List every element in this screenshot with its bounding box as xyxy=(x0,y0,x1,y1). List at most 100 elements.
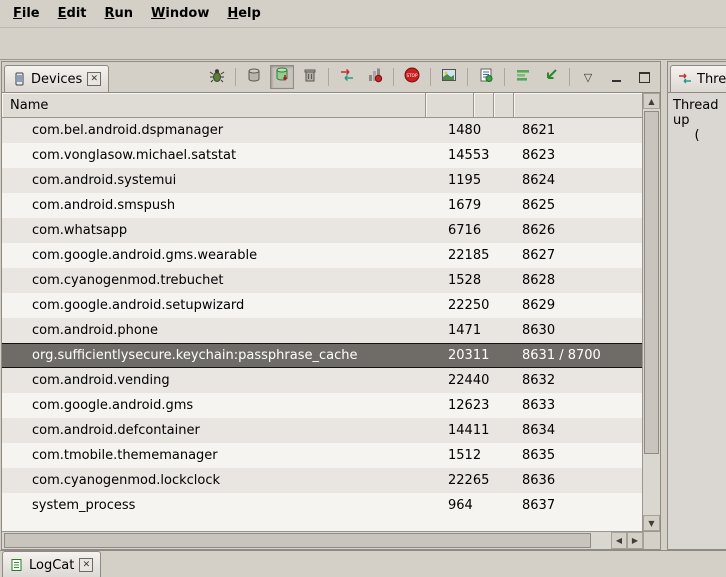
column-header-blank2[interactable] xyxy=(494,93,514,118)
vertical-scroll-track[interactable] xyxy=(643,109,660,515)
table-row[interactable]: com.android.phone 1471 8630 xyxy=(2,318,642,343)
tab-logcat[interactable]: LogCat ✕ xyxy=(2,551,101,577)
minimize-icon xyxy=(612,72,621,82)
report-icon xyxy=(478,67,494,87)
process-pid: 1512 xyxy=(426,448,514,463)
column-header-pid[interactable] xyxy=(426,93,474,118)
systrace-icon xyxy=(515,67,531,87)
table-row[interactable]: com.android.smspush 1679 8625 xyxy=(2,193,642,218)
hprof-icon xyxy=(274,67,290,87)
table-row[interactable]: com.tmobile.thememanager 1512 8635 xyxy=(2,443,642,468)
threads-message-line1: Thread up xyxy=(671,98,723,128)
update-threads-button[interactable] xyxy=(335,65,359,89)
threads-tabbar: Threads xyxy=(668,62,726,92)
toolbar-separator xyxy=(235,68,236,86)
process-name: com.google.android.gms.wearable xyxy=(2,248,426,263)
column-header-blank1[interactable] xyxy=(474,93,494,118)
bug-report-button[interactable] xyxy=(474,65,498,89)
table-row[interactable]: com.android.systemui 1195 8624 xyxy=(2,168,642,193)
table-row[interactable]: com.bel.android.dspmanager 1480 8621 xyxy=(2,118,642,143)
horizontal-scrollbar[interactable]: ◀ ▶ xyxy=(2,531,660,549)
tab-threads[interactable]: Threads xyxy=(670,65,726,92)
close-icon[interactable]: ✕ xyxy=(87,72,101,86)
process-pid: 14411 xyxy=(426,423,514,438)
threads-panel: Threads Thread up ( xyxy=(667,61,726,550)
toolbar-separator xyxy=(504,68,505,86)
threads-content: Thread up ( xyxy=(668,92,726,549)
pull-trace-button[interactable] xyxy=(539,65,563,89)
process-name: com.tmobile.thememanager xyxy=(2,448,426,463)
process-port: 8627 xyxy=(514,248,555,263)
scroll-left-icon[interactable]: ◀ xyxy=(611,532,627,549)
toolbar-separator xyxy=(393,68,394,86)
toolbar-separator xyxy=(430,68,431,86)
column-header-name[interactable]: Name xyxy=(2,93,426,118)
process-name: com.bel.android.dspmanager xyxy=(2,123,426,138)
process-port: 8636 xyxy=(514,473,555,488)
table-row[interactable]: com.cyanogenmod.trebuchet 1528 8628 xyxy=(2,268,642,293)
process-name: com.android.systemui xyxy=(2,173,426,188)
table-row[interactable]: com.android.defcontainer 14411 8634 xyxy=(2,418,642,443)
table-row[interactable]: com.vonglasow.michael.satstat 14553 8623 xyxy=(2,143,642,168)
stop-process-button[interactable]: STOP xyxy=(400,65,424,89)
process-name: com.android.defcontainer xyxy=(2,423,426,438)
scrollbar-corner xyxy=(643,532,660,549)
process-name: com.android.vending xyxy=(2,373,426,388)
view-menu-button[interactable]: ▽ xyxy=(576,65,600,89)
main-toolbar-strip xyxy=(0,28,726,60)
dump-hprof-button[interactable] xyxy=(270,65,294,89)
table-row[interactable]: system_process 964 8637 xyxy=(2,493,642,518)
table-row[interactable]: com.google.android.gms 12623 8633 xyxy=(2,393,642,418)
process-pid: 20311 xyxy=(426,348,514,363)
process-port: 8633 xyxy=(514,398,555,413)
process-name: com.vonglasow.michael.satstat xyxy=(2,148,426,163)
systrace-button[interactable] xyxy=(511,65,535,89)
devices-table: Name com.bel.android.dspmanager 1480 862… xyxy=(2,92,660,531)
update-heap-button[interactable] xyxy=(242,65,266,89)
bug-icon xyxy=(209,67,225,87)
menu-help[interactable]: Help xyxy=(218,3,269,24)
device-icon xyxy=(12,72,26,86)
vertical-scrollbar[interactable]: ▲ ▼ xyxy=(642,93,660,531)
toolbar-separator xyxy=(569,68,570,86)
process-pid: 22185 xyxy=(426,248,514,263)
maximize-button[interactable] xyxy=(632,65,656,89)
method-profiling-button[interactable] xyxy=(363,65,387,89)
process-port: 8626 xyxy=(514,223,555,238)
table-row[interactable]: com.android.vending 22440 8632 xyxy=(2,368,642,393)
menu-edit[interactable]: Edit xyxy=(49,3,96,24)
close-icon[interactable]: ✕ xyxy=(79,558,93,572)
menu-window[interactable]: Window xyxy=(142,3,218,24)
cause-gc-button[interactable] xyxy=(298,65,322,89)
chevron-down-icon: ▽ xyxy=(584,72,592,83)
horizontal-scroll-thumb[interactable] xyxy=(4,533,591,548)
table-row-selected[interactable]: org.sufficientlysecure.keychain:passphra… xyxy=(2,343,642,368)
process-name: com.google.android.gms xyxy=(2,398,426,413)
devices-toolbar: STOP xyxy=(205,65,656,89)
scroll-down-icon[interactable]: ▼ xyxy=(643,515,660,531)
minimize-button[interactable] xyxy=(604,65,628,89)
menu-bar: File Edit Run Window Help xyxy=(0,0,726,28)
menu-file[interactable]: File xyxy=(4,3,49,24)
horizontal-scroll-track[interactable] xyxy=(2,532,611,549)
screen-capture-button[interactable] xyxy=(437,65,461,89)
scroll-right-icon[interactable]: ▶ xyxy=(627,532,643,549)
tab-devices[interactable]: Devices ✕ xyxy=(4,65,109,92)
menu-run[interactable]: Run xyxy=(96,3,143,24)
vertical-scroll-thumb[interactable] xyxy=(644,111,659,454)
table-row[interactable]: com.whatsapp 6716 8626 xyxy=(2,218,642,243)
tab-devices-label: Devices xyxy=(31,72,82,87)
scroll-up-icon[interactable]: ▲ xyxy=(643,93,660,109)
process-port: 8630 xyxy=(514,323,555,338)
process-name: com.google.android.setupwizard xyxy=(2,298,426,313)
table-row[interactable]: com.cyanogenmod.lockclock 22265 8636 xyxy=(2,468,642,493)
debug-button[interactable] xyxy=(205,65,229,89)
table-row[interactable]: com.google.android.setupwizard 22250 862… xyxy=(2,293,642,318)
column-header-port[interactable] xyxy=(514,93,642,118)
table-row[interactable]: com.google.android.gms.wearable 22185 86… xyxy=(2,243,642,268)
process-port: 8625 xyxy=(514,198,555,213)
process-name: com.cyanogenmod.lockclock xyxy=(2,473,426,488)
process-pid: 1480 xyxy=(426,123,514,138)
threads-icon xyxy=(678,72,692,86)
process-port: 8628 xyxy=(514,273,555,288)
